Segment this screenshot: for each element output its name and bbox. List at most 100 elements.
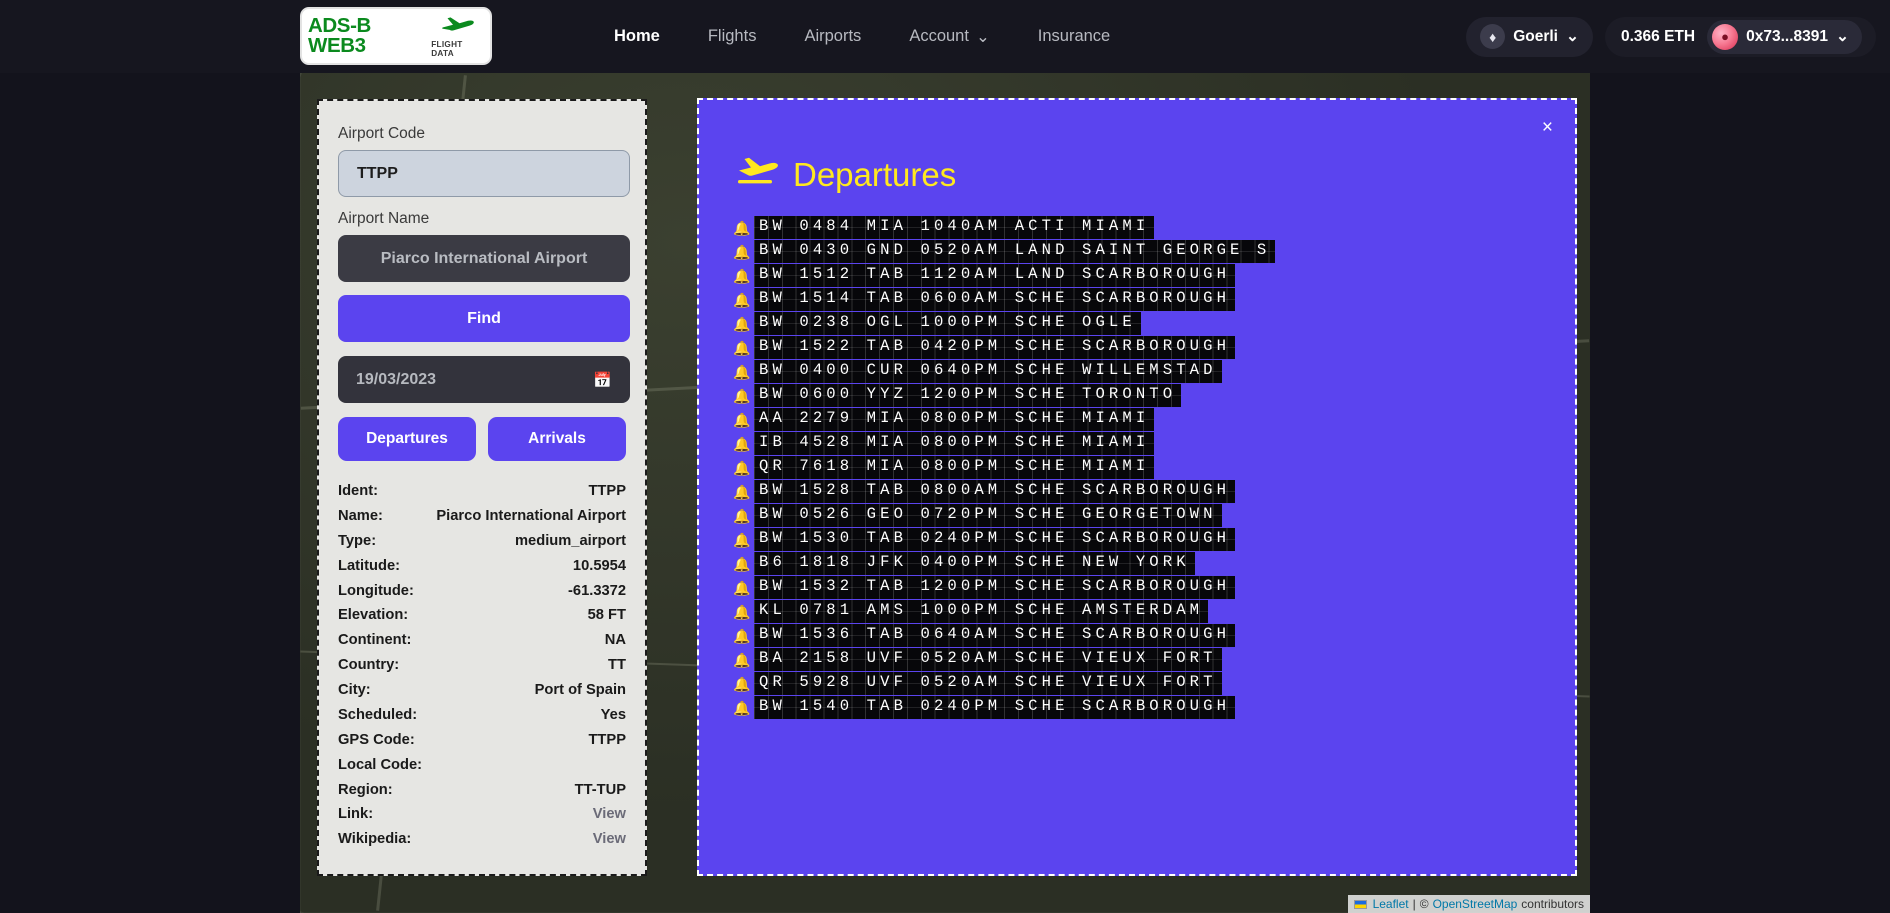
flight-row[interactable]: 🔔 BW 1532 TAB 1200PM SCHE SCARBOROUGH [733,576,1541,599]
logo-text: ADS-B WEB3 [308,13,371,57]
arrivals-button[interactable]: Arrivals [488,417,626,461]
bell-icon[interactable]: 🔔 [733,557,750,571]
flight-row[interactable]: 🔔 BW 1536 TAB 0640AM SCHE SCARBOROUGH [733,624,1541,647]
attribution-copyright: © [1419,897,1429,911]
bell-icon[interactable]: 🔔 [733,533,750,547]
flight-row[interactable]: 🔔 BW 1540 TAB 0240PM SCHE SCARBOROUGH [733,696,1541,719]
bell-icon[interactable]: 🔔 [733,509,750,523]
bell-icon[interactable]: 🔔 [733,269,750,283]
flight-row[interactable]: 🔔 IB 4528 MIA 0800PM SCHE MIAMI [733,432,1541,455]
bell-icon[interactable]: 🔔 [733,365,750,379]
info-value: TTPP [588,731,626,748]
info-row-name: Name: Piarco International Airport [338,504,626,529]
bell-icon[interactable]: 🔔 [733,437,750,451]
info-row-region: Region: TT-TUP [338,778,626,803]
bell-icon[interactable]: 🔔 [733,605,750,619]
info-row-continent: Continent: NA [338,628,626,653]
bell-icon[interactable]: 🔔 [733,317,750,331]
bell-icon[interactable]: 🔔 [733,413,750,427]
flight-text: BW 1514 TAB 0600AM SCHE SCARBOROUGH [754,288,1235,310]
flight-text: BW 0400 CUR 0640PM SCHE WILLEMSTAD [754,360,1222,382]
info-row-city: City: Port of Spain [338,678,626,703]
date-input[interactable]: 19/03/2023 📅 [338,356,630,403]
bell-icon[interactable]: 🔔 [733,245,750,259]
info-row-ident: Ident: TTPP [338,479,626,504]
info-value-link[interactable]: View [593,804,626,825]
logo-subtitle: FLIGHT DATA [431,39,463,58]
flight-row[interactable]: 🔔 BW 1512 TAB 1120AM LAND SCARBOROUGH [733,264,1541,287]
info-row-latitude: Latitude: 10.5954 [338,554,626,579]
attribution-contributors: contributors [1521,897,1584,911]
flight-row[interactable]: 🔔 B6 1818 JFK 0400PM SCHE NEW YORK [733,552,1541,575]
bell-icon[interactable]: 🔔 [733,293,750,307]
bell-icon[interactable]: 🔔 [733,221,750,235]
departures-list: 🔔 BW 0484 MIA 1040AM ACTI MIAMI 🔔 BW 043… [733,216,1541,719]
flight-row[interactable]: 🔔 QR 7618 MIA 0800PM SCHE MIAMI [733,456,1541,479]
flight-row[interactable]: 🔔 BA 2158 UVF 0520AM SCHE VIEUX FORT [733,648,1541,671]
bell-icon[interactable]: 🔔 [733,629,750,643]
airport-code-label: Airport Code [338,125,426,142]
network-selector[interactable]: ♦ Goerli ⌄ [1466,16,1593,57]
airport-name-label: Airport Name [338,210,430,227]
info-value: Yes [600,706,626,723]
bell-icon[interactable]: 🔔 [733,701,750,715]
flight-text: BA 2158 UVF 0520AM SCHE VIEUX FORT [754,648,1222,670]
wallet-button[interactable]: 0.366 ETH ● 0x73...8391 ⌄ [1605,16,1876,57]
nav-item-insurance[interactable]: Insurance [1014,27,1134,46]
info-value-link[interactable]: View [593,829,626,850]
flight-row[interactable]: 🔔 BW 0526 GEO 0720PM SCHE GEORGETOWN [733,504,1541,527]
flight-row[interactable]: 🔔 AA 2279 MIA 0800PM SCHE MIAMI [733,408,1541,431]
bell-icon[interactable]: 🔔 [733,677,750,691]
flight-row[interactable]: 🔔 BW 0238 OGL 1000PM SCHE OGLE [733,312,1541,335]
header-actions: ♦ Goerli ⌄ 0.366 ETH ● 0x73...8391 ⌄ [1466,0,1876,73]
nav-item-airports[interactable]: Airports [780,27,885,46]
wallet-address-chip[interactable]: ● 0x73...8391 ⌄ [1707,19,1862,54]
flight-row[interactable]: 🔔 BW 0484 MIA 1040AM ACTI MIAMI [733,216,1541,239]
departures-button[interactable]: Departures [338,417,476,461]
flight-row[interactable]: 🔔 BW 1528 TAB 0800AM SCHE SCARBOROUGH [733,480,1541,503]
find-button[interactable]: Find [338,295,630,342]
nav-item-flights[interactable]: Flights [684,27,781,46]
flight-row[interactable]: 🔔 QR 5928 UVF 0520AM SCHE VIEUX FORT [733,672,1541,695]
bell-icon[interactable]: 🔔 [733,581,750,595]
info-row-elevation: Elevation: 58 FT [338,603,626,628]
flight-row[interactable]: 🔔 KL 0781 AMS 1000PM SCHE AMSTERDAM [733,600,1541,623]
flight-row[interactable]: 🔔 BW 0430 GND 0520AM LAND SAINT GEORGE S [733,240,1541,263]
info-key: City: [338,682,371,698]
info-row-country: Country: TT [338,653,626,678]
info-key: GPS Code: [338,731,415,748]
close-icon[interactable]: × [1542,118,1553,137]
info-key: Longitude: [338,582,414,599]
chevron-down-icon: ⌄ [975,27,990,46]
info-row-local-code: Local Code: [338,753,626,778]
logo[interactable]: ADS-B WEB3 FLIGHT DATA [300,7,492,65]
flight-text: BW 1522 TAB 0420PM SCHE SCARBOROUGH [754,336,1235,358]
airport-name-input[interactable]: Piarco International Airport [338,235,630,282]
nav-item-home[interactable]: Home [590,27,684,46]
leaflet-link[interactable]: Leaflet [1373,897,1409,911]
info-key: Ident: [338,483,378,499]
bell-icon[interactable]: 🔔 [733,653,750,667]
nav-item-account[interactable]: Account ⌄ [885,27,1013,47]
airport-code-input[interactable]: TTPP [338,150,630,197]
info-value: 58 FT [587,607,626,624]
flight-row[interactable]: 🔔 BW 0400 CUR 0640PM SCHE WILLEMSTAD [733,360,1541,383]
info-value: NA [604,632,626,649]
bell-icon[interactable]: 🔔 [733,389,750,403]
info-key: Region: [338,781,393,798]
info-value: 10.5954 [572,557,626,574]
flight-row[interactable]: 🔔 BW 1514 TAB 0600AM SCHE SCARBOROUGH [733,288,1541,311]
flight-text: BW 1530 TAB 0240PM SCHE SCARBOROUGH [754,528,1235,550]
info-key: Wikipedia: [338,831,412,848]
flight-row[interactable]: 🔔 BW 1530 TAB 0240PM SCHE SCARBOROUGH [733,528,1541,551]
flight-text: BW 1512 TAB 1120AM LAND SCARBOROUGH [754,264,1235,286]
flight-row[interactable]: 🔔 BW 1522 TAB 0420PM SCHE SCARBOROUGH [733,336,1541,359]
flight-text: BW 0430 GND 0520AM LAND SAINT GEORGE S [754,240,1275,262]
flight-text: KL 0781 AMS 1000PM SCHE AMSTERDAM [754,600,1208,622]
openstreetmap-link[interactable]: OpenStreetMap [1433,897,1518,911]
flight-row[interactable]: 🔔 BW 0600 YYZ 1200PM SCHE TORONTO [733,384,1541,407]
bell-icon[interactable]: 🔔 [733,485,750,499]
calendar-icon[interactable]: 📅 [593,371,612,389]
bell-icon[interactable]: 🔔 [733,341,750,355]
bell-icon[interactable]: 🔔 [733,461,750,475]
